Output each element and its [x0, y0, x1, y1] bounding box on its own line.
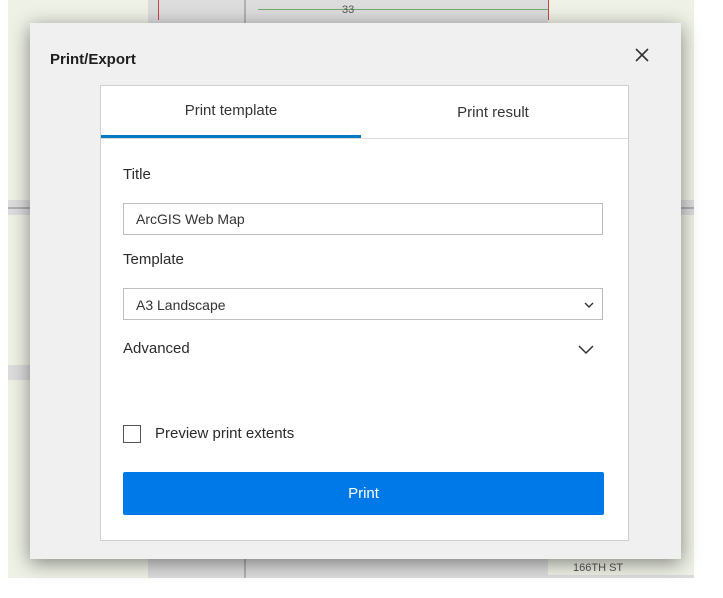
close-button[interactable]	[628, 41, 656, 69]
print-button[interactable]: Print	[123, 472, 604, 515]
close-icon	[635, 48, 649, 62]
map-boundary	[548, 0, 549, 20]
preview-extents-checkbox[interactable]	[123, 425, 141, 443]
template-select-value: A3 Landscape	[136, 297, 226, 313]
advanced-label: Advanced	[123, 340, 190, 357]
print-export-dialog: Print/Export Print template Print result…	[30, 23, 681, 559]
tab-bar: Print template Print result	[101, 86, 628, 139]
dialog-title: Print/Export	[50, 51, 136, 68]
print-panel: Print template Print result Title Templa…	[100, 85, 629, 541]
title-label: Title	[123, 166, 151, 183]
map-boundary	[258, 9, 548, 10]
map-boundary	[158, 0, 159, 20]
map-label: 166TH ST	[573, 562, 624, 574]
tab-print-template[interactable]: Print template	[101, 86, 361, 138]
preview-extents-label: Preview print extents	[155, 425, 295, 442]
advanced-toggle[interactable]: Advanced	[123, 336, 603, 366]
title-input[interactable]	[123, 203, 603, 235]
chevron-down-icon	[584, 302, 594, 308]
chevron-down-icon	[578, 345, 594, 355]
template-select[interactable]: A3 Landscape	[123, 288, 603, 320]
template-label: Template	[123, 251, 184, 268]
tab-print-result[interactable]: Print result	[363, 86, 623, 138]
map-label: 33	[342, 4, 355, 16]
